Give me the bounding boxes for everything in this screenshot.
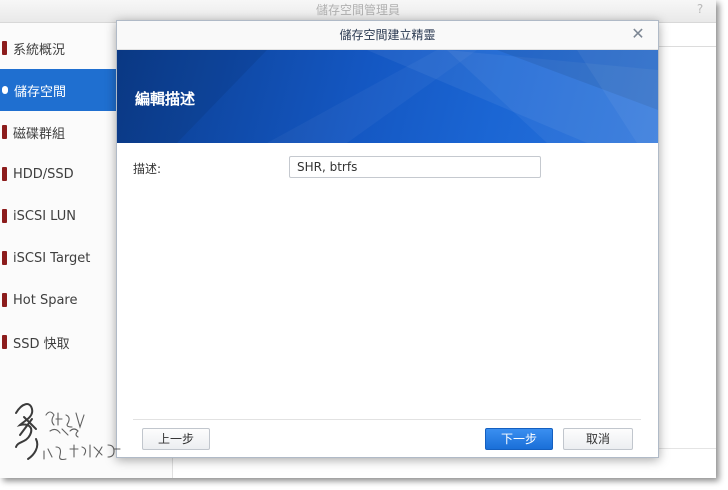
description-input[interactable] (289, 156, 541, 178)
help-icon[interactable]: ? (694, 2, 706, 16)
sidebar-item-label: iSCSI LUN (13, 208, 76, 224)
dialog-title: 儲存空間建立精靈 (339, 28, 436, 42)
wizard-banner: 編輯描述 (117, 50, 658, 143)
sidebar-item-label: 系統概況 (13, 42, 66, 58)
iscsi-lun-icon (2, 209, 7, 223)
iscsi-target-icon (2, 251, 7, 265)
sidebar-item-label: iSCSI Target (13, 250, 91, 266)
volume-icon (2, 86, 8, 94)
sidebar-item-label: Hot Spare (13, 292, 78, 308)
footer-divider (133, 419, 641, 420)
sidebar-item-label: 磁碟群組 (13, 126, 66, 142)
disk-group-icon (2, 125, 7, 139)
dialog-titlebar: 儲存空間建立精靈 ✕ (117, 21, 658, 50)
ssd-cache-icon (2, 335, 7, 349)
wizard-step-title: 編輯描述 (135, 90, 196, 108)
divider (656, 46, 716, 47)
close-icon[interactable]: ✕ (630, 26, 646, 42)
sidebar-item-label: 儲存空間 (14, 84, 67, 100)
next-button[interactable]: 下一步 (485, 428, 553, 450)
hdd-icon (2, 167, 7, 181)
screenshot-frame: 儲存空間管理員 ? 系統概況 儲存空間 磁碟群組 HDD/SSD iSCSI L… (0, 0, 716, 478)
sidebar-item-label: HDD/SSD (13, 166, 74, 182)
wizard-dialog: 儲存空間建立精靈 ✕ 編輯描述 描述: 上一步 下一步 取消 (116, 20, 659, 458)
app-title: 儲存空間管理員 (315, 3, 400, 17)
description-label: 描述: (133, 162, 162, 176)
hot-spare-icon (2, 293, 7, 307)
signature-watermark (15, 403, 121, 461)
overview-icon (2, 41, 7, 55)
sidebar-item-label: SSD 快取 (13, 336, 70, 352)
previous-button[interactable]: 上一步 (142, 428, 210, 450)
cancel-button[interactable]: 取消 (563, 428, 633, 450)
banner-pattern (117, 50, 658, 143)
